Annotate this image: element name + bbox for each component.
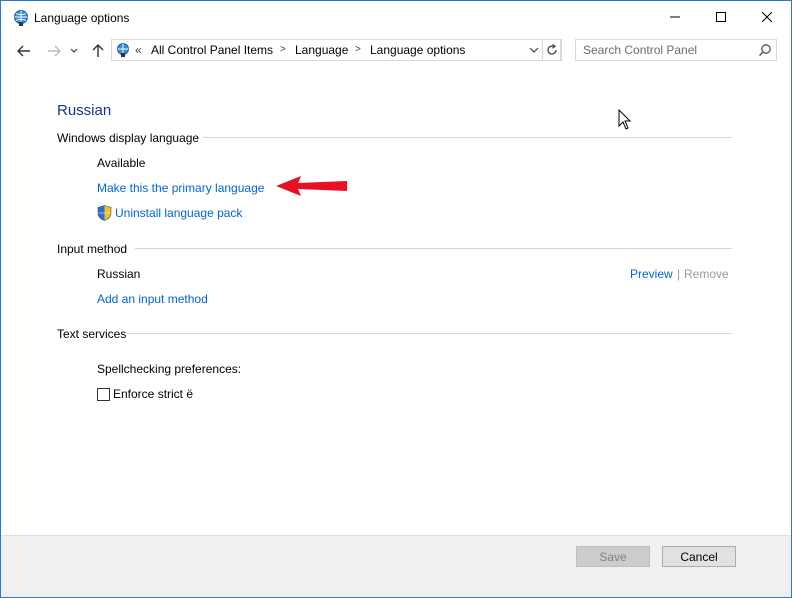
- section-heading-display-language: Windows display language: [57, 131, 200, 145]
- search-box[interactable]: [575, 39, 777, 61]
- title-bar: Language options: [1, 1, 791, 35]
- control-panel-icon: [117, 43, 129, 57]
- breadcrumb-separator[interactable]: >: [355, 44, 361, 55]
- input-method-name: Russian: [97, 267, 141, 281]
- chevron-down-icon: [529, 47, 539, 53]
- footer-bar: Save Cancel: [1, 535, 791, 597]
- minimize-icon: [670, 16, 680, 18]
- mouse-cursor-icon: [618, 109, 632, 130]
- back-button[interactable]: [15, 43, 33, 59]
- language-globe-icon: [14, 10, 28, 26]
- section-heading-text-services: Text services: [57, 327, 127, 341]
- display-language-status: Available: [97, 156, 146, 170]
- close-button[interactable]: [744, 1, 790, 33]
- minimize-button[interactable]: [652, 1, 698, 33]
- back-arrow-icon: [17, 45, 30, 57]
- window-title: Language options: [34, 11, 130, 25]
- breadcrumb-language-options[interactable]: Language options: [370, 43, 465, 57]
- address-overflow[interactable]: «: [135, 43, 142, 57]
- annotation-arrow-icon: [276, 176, 347, 196]
- refresh-button[interactable]: [542, 39, 562, 61]
- uninstall-language-pack-link[interactable]: Uninstall language pack: [115, 206, 242, 220]
- preview-link[interactable]: Preview: [630, 267, 673, 281]
- chevron-down-icon: [70, 48, 78, 53]
- spellchecking-preferences-label: Spellchecking preferences:: [97, 362, 242, 376]
- section-heading-input-method: Input method: [57, 242, 128, 256]
- cancel-button[interactable]: Cancel: [662, 546, 736, 567]
- section-divider: [127, 333, 732, 334]
- section-divider: [203, 137, 732, 138]
- forward-arrow-icon: [48, 45, 61, 57]
- language-options-window: Language options « All Control Panel Ite…: [0, 0, 792, 598]
- search-input[interactable]: [576, 40, 759, 60]
- enforce-strict-label[interactable]: Enforce strict ë: [113, 387, 193, 401]
- up-arrow-icon: [92, 44, 104, 57]
- breadcrumb-separator[interactable]: >: [280, 44, 286, 55]
- make-primary-language-link[interactable]: Make this the primary language: [97, 181, 264, 195]
- breadcrumb-all-control-panel-items[interactable]: All Control Panel Items: [151, 43, 273, 57]
- address-bar[interactable]: « All Control Panel Items > Language > L…: [111, 39, 561, 61]
- close-icon: [762, 12, 772, 22]
- link-divider: |: [677, 267, 681, 281]
- main-content: Russian Windows display language Availab…: [1, 67, 791, 535]
- remove-link[interactable]: Remove: [684, 267, 729, 281]
- maximize-button[interactable]: [698, 1, 744, 33]
- search-icon[interactable]: [758, 43, 772, 57]
- recent-locations-button[interactable]: [68, 43, 80, 59]
- maximize-icon: [716, 12, 726, 22]
- add-input-method-link[interactable]: Add an input method: [97, 292, 208, 306]
- enforce-strict-checkbox[interactable]: [97, 388, 110, 401]
- up-button[interactable]: [89, 43, 107, 59]
- address-dropdown-button[interactable]: [526, 42, 542, 58]
- refresh-icon: [547, 44, 557, 55]
- forward-button[interactable]: [45, 43, 63, 59]
- save-button[interactable]: Save: [576, 546, 650, 567]
- uac-shield-icon: [97, 205, 112, 221]
- section-divider: [135, 248, 732, 249]
- page-title: Russian: [57, 102, 112, 119]
- breadcrumb-language[interactable]: Language: [295, 43, 348, 57]
